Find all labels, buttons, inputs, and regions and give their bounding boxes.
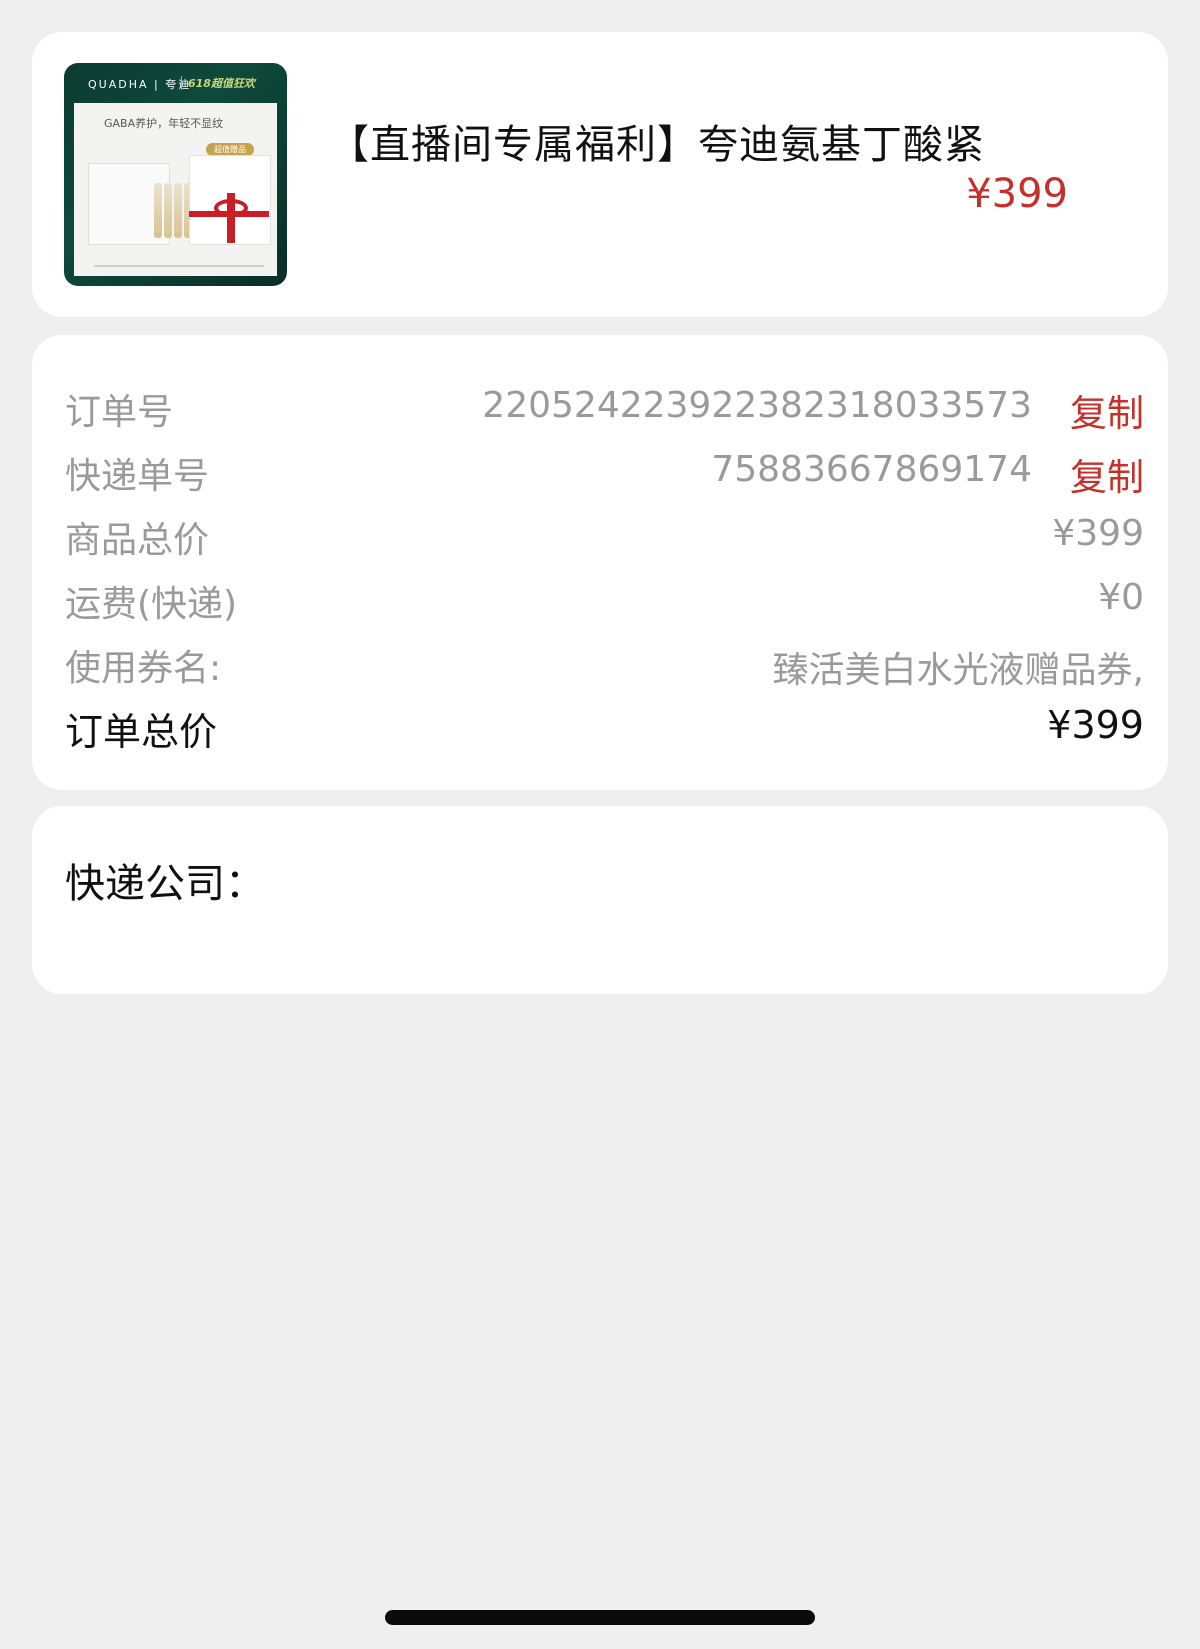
copy-tracking-number-button[interactable]: 复制: [1070, 447, 1144, 501]
coupon-label: 使用券名:: [65, 648, 222, 689]
thumbnail-brand-text: QUADHA | 夸迪: [88, 78, 192, 91]
goods-total-row: 商品总价 ¥399: [65, 511, 1144, 561]
coupon-row: 使用券名: 臻活美白水光液赠品券,: [65, 639, 1144, 691]
shipping-fee-value: ¥0: [1098, 577, 1144, 618]
shipping-fee-row: 运费(快递) ¥0: [65, 575, 1144, 625]
gift-bow-icon: [214, 199, 248, 217]
express-company-card: 快递公司：: [32, 806, 1168, 994]
express-company-label: 快递公司：: [65, 861, 265, 907]
copy-order-number-button[interactable]: 复制: [1070, 383, 1144, 437]
product-title[interactable]: 【直播间专属福利】夸迪氨基丁酸紧: [329, 112, 985, 170]
tracking-number-value: 75883667869174: [711, 449, 1032, 490]
product-price: ¥399: [966, 171, 1068, 217]
coupon-value: 臻活美白水光液赠品券,: [772, 650, 1144, 691]
order-total-label: 订单总价: [65, 710, 218, 754]
product-thumbnail[interactable]: QUADHA | 夸迪 618超值狂欢 GABA养护，年轻不显纹 超值赠品: [64, 63, 287, 286]
order-number-label: 订单号: [65, 392, 174, 433]
thumbnail-promo-badge: 618超值狂欢: [188, 77, 255, 90]
order-total-row: 订单总价 ¥399: [65, 701, 1144, 754]
thumbnail-footnote-line: [94, 265, 264, 267]
home-indicator[interactable]: [385, 1610, 815, 1625]
order-number-row: 订单号 220524223922382318033573 复制: [65, 383, 1144, 435]
order-number-value: 220524223922382318033573: [482, 385, 1032, 426]
thumbnail-tagline: GABA养护，年轻不显纹: [104, 117, 224, 130]
product-card[interactable]: QUADHA | 夸迪 618超值狂欢 GABA养护，年轻不显纹 超值赠品 【直…: [32, 32, 1168, 317]
order-details-card: 订单号 220524223922382318033573 复制 快递单号 758…: [32, 335, 1168, 790]
thumbnail-divider: [181, 76, 182, 90]
goods-total-value: ¥399: [1052, 513, 1144, 554]
tracking-number-row: 快递单号 75883667869174 复制: [65, 447, 1144, 499]
order-total-value: ¥399: [1047, 703, 1144, 747]
shipping-fee-label: 运费(快递): [65, 584, 238, 625]
tracking-number-label: 快递单号: [65, 456, 210, 497]
goods-total-label: 商品总价: [65, 520, 210, 561]
